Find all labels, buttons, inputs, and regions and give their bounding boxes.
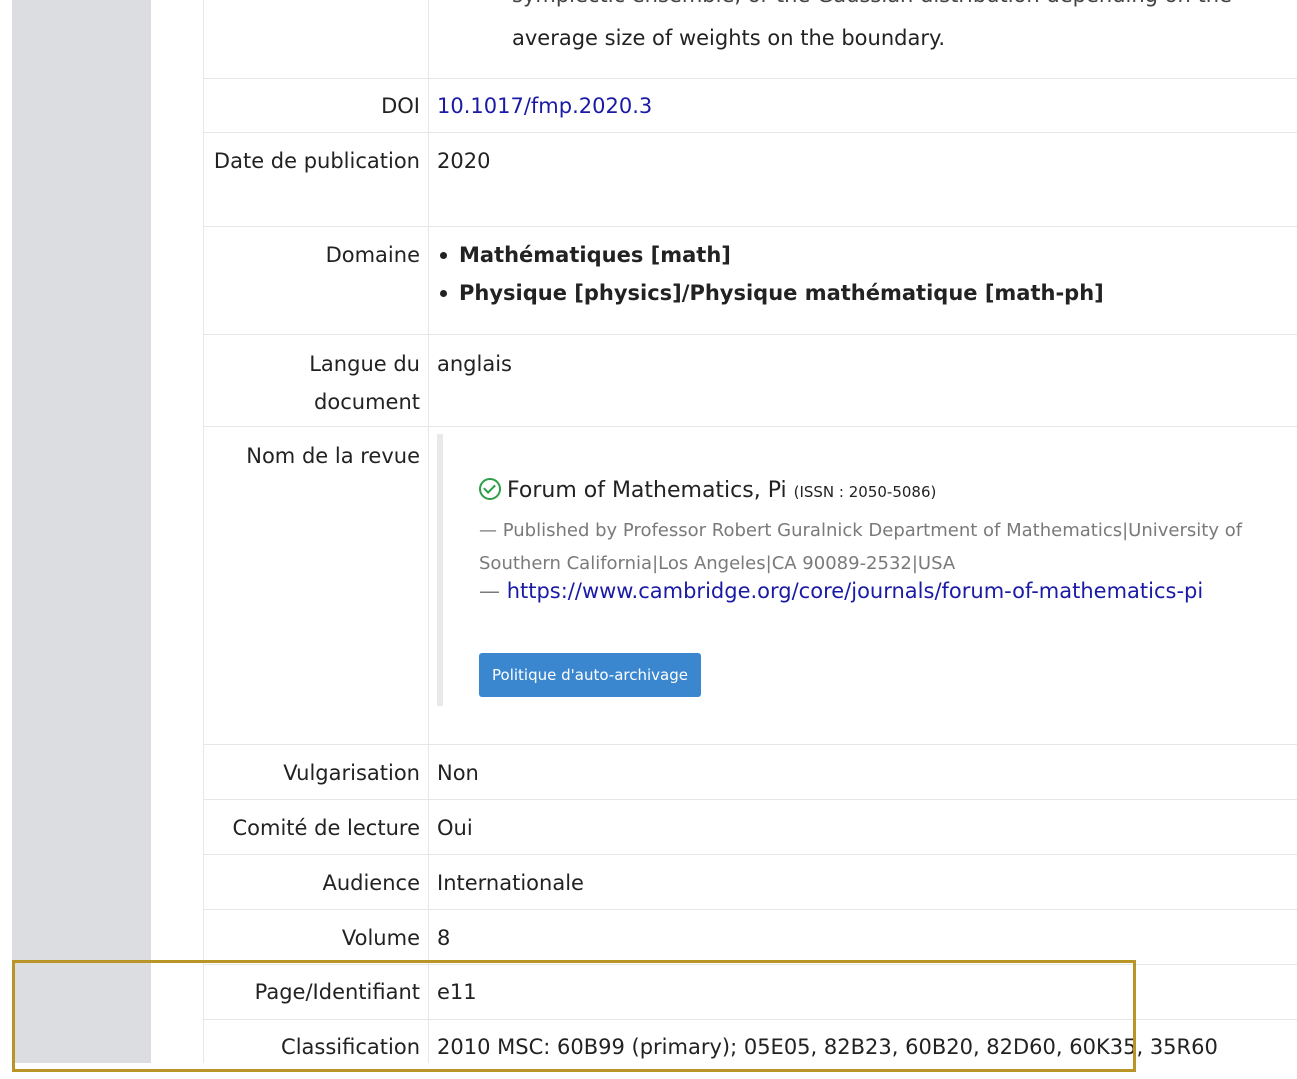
abstract-cut-line: symplectic ensemble, or the Gaussian dis… <box>512 0 1232 14</box>
journal-title-line: Forum of Mathematics, Pi (ISSN : 2050-50… <box>479 478 936 503</box>
audience-label: Audience <box>322 871 420 895</box>
date-label: Date de publication <box>213 149 420 173</box>
volume-label: Volume <box>341 926 420 950</box>
domain-label: Domaine <box>325 243 420 267</box>
date-row: Date de publication 2020 <box>204 132 1297 227</box>
peer-review-row: Comité de lecture Oui <box>204 799 1297 855</box>
domain-item[interactable]: Physique [physics]/Physique mathématique… <box>437 274 1288 312</box>
popularization-value: Non <box>437 761 479 785</box>
volume-row: Volume 8 <box>204 909 1297 965</box>
journal-card: Forum of Mathematics, Pi (ISSN : 2050-50… <box>437 434 1297 706</box>
journal-url-line: — https://www.cambridge.org/core/journal… <box>479 579 1203 603</box>
audience-row: Audience Internationale <box>204 854 1297 910</box>
metadata-table: symplectic ensemble, or the Gaussian dis… <box>203 0 1297 1063</box>
popularization-row: Vulgarisation Non <box>204 744 1297 800</box>
domain-row: Domaine Mathématiques [math] Physique [p… <box>204 226 1297 335</box>
doi-link[interactable]: 10.1017/fmp.2020.3 <box>437 94 652 118</box>
domain-list: Mathématiques [math] Physique [physics]/… <box>437 236 1288 312</box>
journal-row: Nom de la revue Forum of Mathematics, Pi… <box>204 426 1297 745</box>
journal-url-link[interactable]: https://www.cambridge.org/core/journals/… <box>507 579 1204 603</box>
journal-label: Nom de la revue <box>246 444 420 468</box>
peer-review-value: Oui <box>437 816 473 840</box>
journal-url-dash: — <box>479 579 507 603</box>
self-archiving-policy-button[interactable]: Politique d'auto-archivage <box>479 653 701 697</box>
date-value: 2020 <box>437 149 491 173</box>
popularization-label: Vulgarisation <box>283 761 420 785</box>
abstract-last-line: average size of weights on the boundary. <box>512 26 946 50</box>
language-value: anglais <box>437 352 512 376</box>
domain-item[interactable]: Mathématiques [math] <box>437 236 1288 274</box>
volume-value: 8 <box>437 926 451 950</box>
journal-issn: (ISSN : 2050-5086) <box>793 483 937 501</box>
journal-title[interactable]: Forum of Mathematics, Pi <box>507 478 787 503</box>
audience-value: Internationale <box>437 871 584 895</box>
doi-row: DOI 10.1017/fmp.2020.3 <box>204 78 1297 133</box>
abstract-row: symplectic ensemble, or the Gaussian dis… <box>204 0 1297 79</box>
doi-label: DOI <box>381 94 420 118</box>
check-circle-icon <box>479 478 501 500</box>
language-row: Langue du document anglais <box>204 334 1297 427</box>
journal-publisher: — Published by Professor Robert Guralnic… <box>479 520 1243 574</box>
highlight-frame <box>12 960 1136 1072</box>
left-sidebar <box>12 0 151 1063</box>
peer-review-label: Comité de lecture <box>232 816 421 840</box>
language-label: Langue du document <box>309 352 420 414</box>
